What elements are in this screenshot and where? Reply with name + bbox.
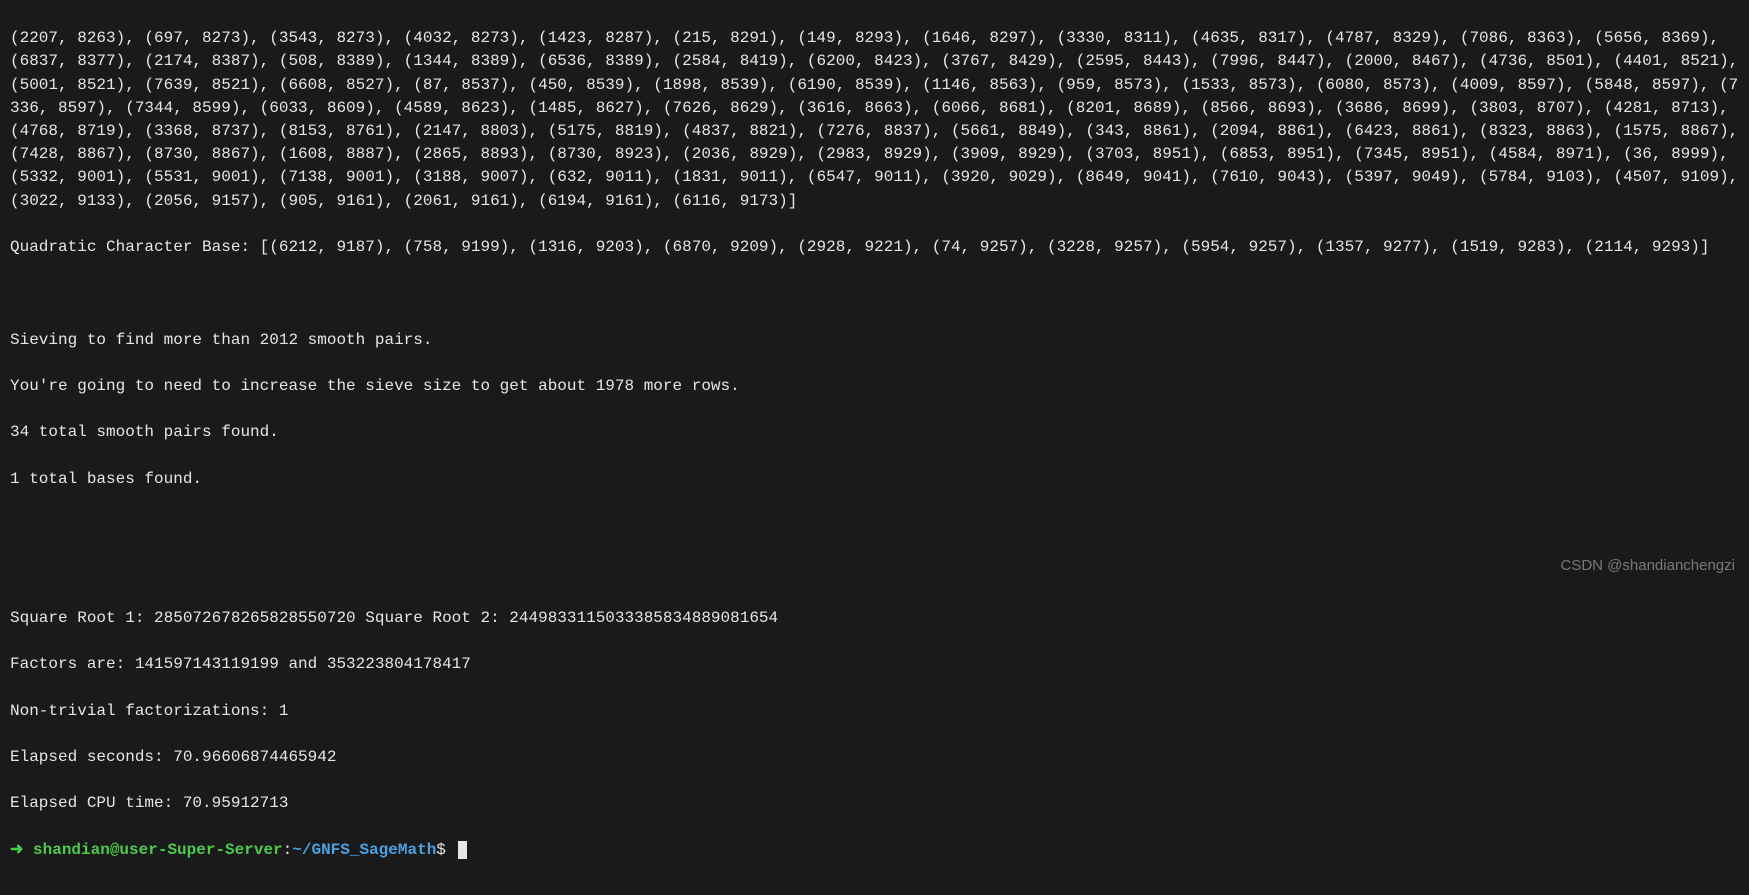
terminal-output[interactable]: (2207, 8263), (697, 8273), (3543, 8273),… — [0, 0, 1749, 895]
prompt-dollar: $ — [436, 841, 446, 859]
prompt-colon: : — [283, 841, 293, 859]
elapsed-cpu: Elapsed CPU time: 70.95912713 — [10, 792, 1739, 815]
cursor-icon — [458, 841, 467, 859]
sieving-status: Sieving to find more than 2012 smooth pa… — [10, 329, 1739, 352]
blank-line — [10, 561, 1739, 584]
bases-count: 1 total bases found. — [10, 468, 1739, 491]
coordinate-pairs: (2207, 8263), (697, 8273), (3543, 8273),… — [10, 27, 1739, 213]
factors: Factors are: 141597143119199 and 3532238… — [10, 653, 1739, 676]
prompt-path: ~/GNFS_SageMath — [292, 841, 436, 859]
elapsed-seconds: Elapsed seconds: 70.96606874465942 — [10, 746, 1739, 769]
blank-line — [10, 282, 1739, 305]
square-roots: Square Root 1: 285072678265828550720 Squ… — [10, 607, 1739, 630]
nontrivial-factorizations: Non-trivial factorizations: 1 — [10, 700, 1739, 723]
smooth-pairs-count: 34 total smooth pairs found. — [10, 421, 1739, 444]
prompt-user-host: shandian@user-Super-Server — [33, 841, 283, 859]
sieve-increase-warning: You're going to need to increase the sie… — [10, 375, 1739, 398]
prompt-arrow-icon: ➜ — [10, 841, 33, 859]
quadratic-character-base: Quadratic Character Base: [(6212, 9187),… — [10, 236, 1739, 259]
blank-line — [10, 514, 1739, 537]
shell-prompt[interactable]: ➜ shandian@user-Super-Server:~/GNFS_Sage… — [10, 839, 1739, 862]
